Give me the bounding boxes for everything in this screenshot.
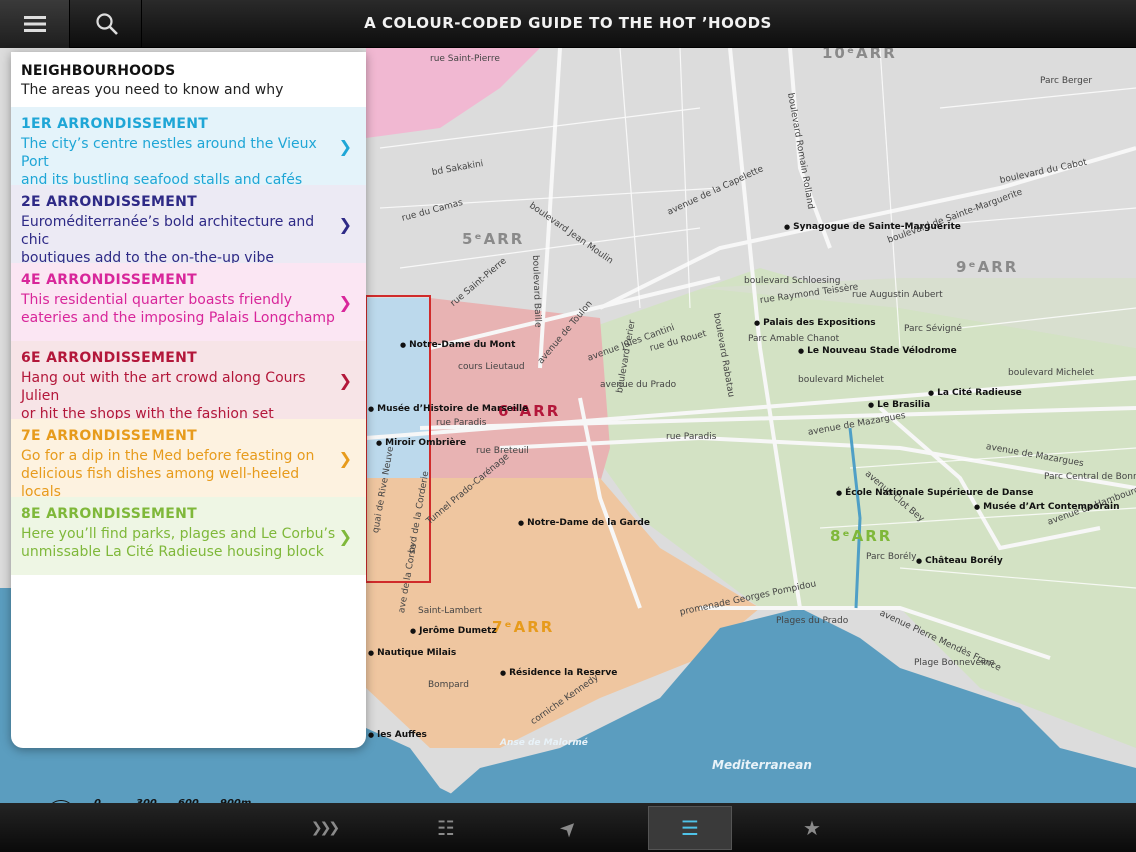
description-line: This residential quarter boasts friendly	[21, 292, 293, 308]
poi-label[interactable]: Nautique Milais	[368, 648, 456, 658]
neighbourhood-item[interactable]: 4E ARRONDISSEMENT This residential quarte…	[11, 263, 366, 341]
poi-label[interactable]: Palais des Expositions	[754, 318, 876, 328]
neighbourhood-item[interactable]: 8E ARRONDISSEMENT Here you’ll find parks,…	[11, 497, 366, 575]
neighbourhood-description: Hang out with the art crowd along Cours …	[21, 369, 338, 423]
chevron-right-icon: ❯	[338, 137, 352, 156]
neighbourhood-item[interactable]: 7E ARRONDISSEMENT Go for a dip in the Med…	[11, 419, 366, 500]
chevron-right-icon: ❯	[338, 293, 352, 312]
forward-chevrons-icon: ❯❯❯	[310, 820, 340, 836]
sea-label: Mediterranean	[712, 758, 812, 772]
neighbourhood-title: 2E ARRONDISSEMENT	[21, 194, 197, 210]
street-label: Parc Central de Bonneveine	[1044, 472, 1136, 482]
poi-label[interactable]: Le Brasilia	[868, 400, 930, 410]
location-arrow-icon: ➤	[553, 813, 583, 843]
street-label: Bompard	[428, 680, 469, 690]
description-line: delicious fish dishes among well-heeled …	[21, 466, 300, 500]
panel-header: NEIGHBOURHOODS The areas you need to kno…	[11, 52, 366, 107]
poi-label[interactable]: Le Nouveau Stade Vélodrome	[798, 346, 957, 356]
neighbourhood-title: 7E ARRONDISSEMENT	[21, 428, 197, 444]
description-line: Here you’ll find parks, plages and Le Co…	[21, 526, 336, 542]
chevron-right-icon: ❯	[338, 371, 352, 390]
poi-label[interactable]: Musée d’Art Contemporain	[974, 502, 1119, 512]
poi-label[interactable]: La Cité Radieuse	[928, 388, 1022, 398]
poi-label[interactable]: Musée d’Histoire de Marseille	[368, 404, 528, 414]
street-label: Plage Bonneveine	[914, 658, 995, 668]
panel-title: NEIGHBOURHOODS	[21, 63, 176, 79]
street-label: rue Paradis	[666, 432, 717, 442]
neighbourhood-description: Euroméditerranée’s bold architecture and…	[21, 213, 338, 267]
street-label: Parc Amable Chanot	[748, 334, 840, 344]
poi-label[interactable]: les Auffes	[368, 730, 427, 740]
neighbourhood-item[interactable]: 2E ARRONDISSEMENT Euroméditerranée’s bold…	[11, 185, 366, 266]
poi-label[interactable]: Notre-Dame de la Garde	[518, 518, 650, 528]
street-label: boulevard Michelet	[1008, 368, 1094, 378]
neighbourhood-title: 8E ARRONDISSEMENT	[21, 506, 197, 522]
arr-label-10: 10ᵉARR	[822, 48, 897, 62]
page-title: A COLOUR-CODED GUIDE TO THE HOT ’HOODS	[364, 14, 772, 32]
street-label: cours Lieutaud	[458, 362, 525, 372]
street-label: boulevard Michelet	[798, 375, 884, 385]
neighbourhood-title: 1ER ARRONDISSEMENT	[21, 116, 209, 132]
street-label: avenue du Prado	[600, 380, 677, 390]
sea-label: Anse de Malormé	[500, 738, 588, 748]
star-icon: ★	[803, 816, 821, 840]
description-line: unmissable La Cité Radieuse housing bloc…	[21, 544, 324, 560]
description-line: eateries and the imposing Palais Longcha…	[21, 310, 335, 326]
neighbourhood-description: Here you’ll find parks, plages and Le Co…	[21, 525, 338, 561]
poi-label[interactable]: Résidence la Reserve	[500, 668, 617, 678]
neighbourhood-item[interactable]: 6E ARRONDISSEMENT Hang out with the art c…	[11, 341, 366, 422]
list-icon: ☰	[681, 816, 699, 840]
neighbourhood-description: This residential quarter boasts friendly…	[21, 291, 338, 327]
street-label: Parc Borély	[866, 552, 917, 562]
description-line: Euroméditerranée’s bold architecture and…	[21, 214, 315, 248]
poi-label[interactable]: Jerôme Dumetz	[410, 626, 497, 636]
description-line: Go for a dip in the Med before feasting …	[21, 448, 315, 464]
poi-label[interactable]: Château Borély	[916, 556, 1003, 566]
street-label: rue Paradis	[436, 418, 487, 428]
street-label: Parc Sévigné	[904, 324, 962, 334]
neighbourhood-title: 6E ARRONDISSEMENT	[21, 350, 197, 366]
bottom-toolbar: ❯❯❯ ☷ ➤ ☰ ★	[0, 803, 1136, 852]
description-line: Hang out with the art crowd along Cours …	[21, 370, 306, 404]
street-label: rue Saint-Pierre	[430, 54, 500, 64]
arr-label-7: 7ᵉARR	[492, 618, 555, 636]
map-scale: N 0300600900m Key: Landmark Train Statio…	[36, 796, 366, 803]
list-button[interactable]: ☰	[648, 806, 732, 850]
street-label: Parc Berger	[1040, 76, 1093, 86]
top-bar: A COLOUR-CODED GUIDE TO THE HOT ’HOODS	[0, 0, 1136, 48]
favourites-button[interactable]: ★	[770, 806, 854, 850]
poi-label[interactable]: Synagogue de Sainte-Marguerite	[784, 222, 961, 232]
poi-label[interactable]: École Nationale Supérieure de Danse	[836, 488, 1033, 498]
neighbourhood-description: Go for a dip in the Med before feasting …	[21, 447, 338, 501]
chevron-right-icon: ❯	[338, 527, 352, 546]
chevron-right-icon: ❯	[338, 449, 352, 468]
grid-button[interactable]: ☷	[404, 806, 488, 850]
description-line: The city’s centre nestles around the Vie…	[21, 136, 317, 170]
neighbourhood-title: 4E ARRONDISSEMENT	[21, 272, 197, 288]
location-button[interactable]: ➤	[526, 806, 610, 850]
neighbourhoods-panel: NEIGHBOURHOODS The areas you need to kno…	[11, 52, 366, 748]
arr-label-5: 5ᵉARR	[462, 230, 525, 248]
street-label: Plages du Prado	[776, 616, 849, 626]
panel-subtitle: The areas you need to know and why	[21, 82, 284, 98]
neighbourhood-description: The city’s centre nestles around the Vie…	[21, 135, 338, 189]
arr-label-9: 9ᵉARR	[956, 258, 1019, 276]
street-label: rue Augustin Aubert	[852, 290, 943, 300]
chevron-right-icon: ❯	[338, 215, 352, 234]
poi-label[interactable]: Notre-Dame du Mont	[400, 340, 515, 350]
forward-chevrons-button[interactable]: ❯❯❯	[282, 806, 366, 850]
arr-label-8: 8ᵉARR	[830, 527, 893, 545]
street-label: boulevard Schloesing	[744, 276, 841, 286]
neighbourhood-item[interactable]: 1ER ARRONDISSEMENT The city’s centre nest…	[11, 107, 366, 188]
street-label: Saint-Lambert	[418, 606, 482, 616]
grid-icon: ☷	[437, 816, 455, 840]
